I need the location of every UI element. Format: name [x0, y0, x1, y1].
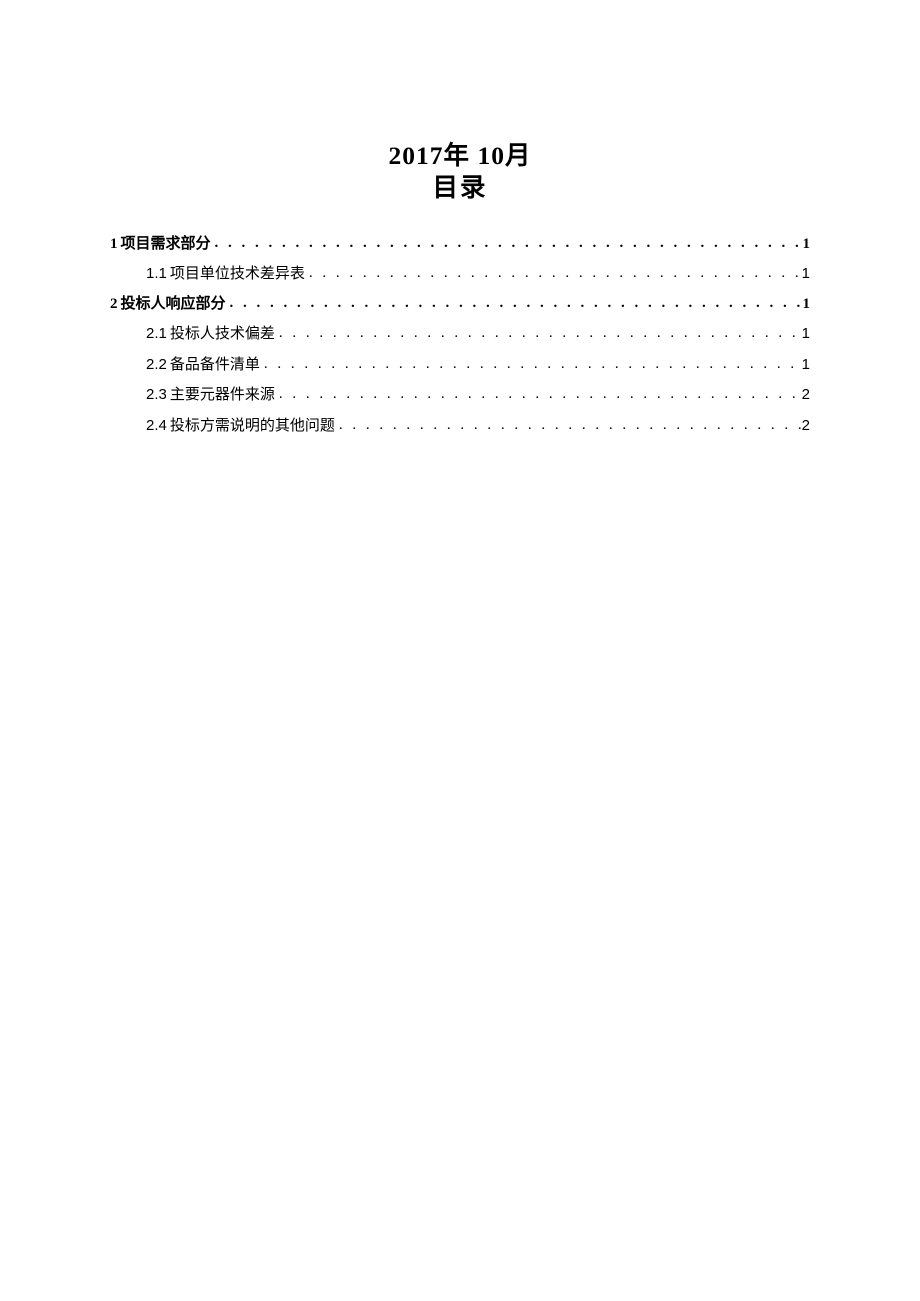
toc-entry-section-2-2[interactable]: 2.2备品备件清单 1 — [110, 352, 810, 379]
toc-entry-title: 投标人技术偏差 — [170, 326, 275, 342]
date-year-suffix: 年 — [444, 141, 471, 170]
toc-entry-page: 1 — [803, 232, 811, 258]
toc-entry-page: 1 — [802, 352, 810, 378]
toc-entry-section-1-1[interactable]: 1.1项目单位技术差异表 1 — [110, 261, 810, 288]
toc-title: 目录 — [110, 172, 810, 204]
toc-leader — [211, 231, 803, 257]
toc-leader — [260, 352, 802, 378]
table-of-contents: 1项目需求部分 1 1.1项目单位技术差异表 1 2投标人响应部分 1 2.1投… — [110, 232, 810, 440]
date-month-suffix: 月 — [505, 141, 532, 170]
toc-entry-title: 备品备件清单 — [170, 357, 260, 373]
toc-entry-number: 2.1 — [146, 325, 167, 342]
document-header: 2017年 10月 目录 — [110, 140, 810, 204]
document-page: 2017年 10月 目录 1项目需求部分 1 1.1项目单位技术差异表 1 2投… — [0, 0, 920, 1301]
toc-entry-title: 投标方需说明的其他问题 — [170, 418, 335, 434]
toc-entry-label: 1项目需求部分 — [110, 232, 211, 258]
toc-leader — [226, 291, 803, 317]
toc-entry-number: 2 — [110, 296, 118, 312]
toc-entry-section-1[interactable]: 1项目需求部分 1 — [110, 232, 810, 258]
toc-leader — [275, 382, 802, 408]
toc-entry-page: 2 — [802, 382, 810, 408]
toc-leader — [305, 261, 802, 287]
toc-entry-label: 2.2备品备件清单 — [146, 352, 260, 379]
date-year: 2017 — [389, 141, 444, 170]
toc-leader — [335, 413, 802, 439]
toc-entry-number: 2.4 — [146, 417, 167, 434]
toc-entry-number: 2.2 — [146, 356, 167, 373]
toc-entry-label: 2.1投标人技术偏差 — [146, 321, 275, 348]
toc-entry-title: 投标人响应部分 — [121, 296, 226, 312]
toc-entry-label: 2投标人响应部分 — [110, 292, 226, 318]
toc-entry-section-2-3[interactable]: 2.3主要元器件来源 2 — [110, 382, 810, 409]
toc-entry-label: 1.1项目单位技术差异表 — [146, 261, 305, 288]
toc-entry-label: 2.3主要元器件来源 — [146, 382, 275, 409]
toc-entry-number: 1.1 — [146, 265, 167, 282]
toc-entry-page: 1 — [802, 321, 810, 347]
toc-entry-number: 2.3 — [146, 386, 167, 403]
toc-entry-section-2[interactable]: 2投标人响应部分 1 — [110, 292, 810, 318]
toc-entry-title: 主要元器件来源 — [170, 387, 275, 403]
date-month: 10 — [477, 141, 505, 170]
toc-entry-section-2-4[interactable]: 2.4投标方需说明的其他问题 2 — [110, 413, 810, 440]
toc-entry-page: 1 — [802, 261, 810, 287]
toc-entry-title: 项目单位技术差异表 — [170, 266, 305, 282]
toc-entry-label: 2.4投标方需说明的其他问题 — [146, 413, 335, 440]
toc-entry-section-2-1[interactable]: 2.1投标人技术偏差 1 — [110, 321, 810, 348]
date-line: 2017年 10月 — [110, 140, 810, 172]
toc-leader — [275, 321, 802, 347]
toc-entry-number: 1 — [110, 236, 118, 252]
toc-entry-page: 2 — [802, 413, 810, 439]
toc-entry-page: 1 — [803, 292, 811, 318]
toc-entry-title: 项目需求部分 — [121, 236, 211, 252]
